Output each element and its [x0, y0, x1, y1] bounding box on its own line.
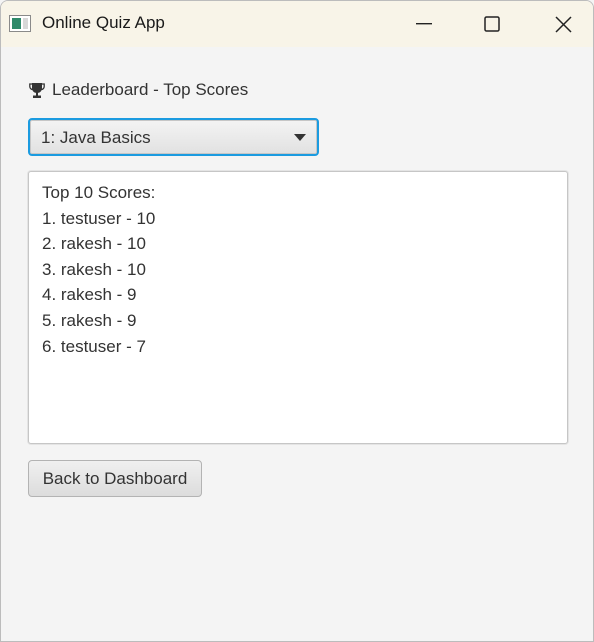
- score-line: 2. rakesh - 10: [42, 234, 146, 254]
- score-line: 4. rakesh - 9: [42, 285, 137, 305]
- scores-header: Top 10 Scores:: [42, 183, 156, 202]
- score-line: 5. rakesh - 9: [42, 310, 137, 330]
- back-to-dashboard-button[interactable]: Back to Dashboard: [28, 460, 202, 497]
- quiz-select-value: 1: Java Basics: [41, 128, 151, 147]
- dropdown-arrow-icon: [294, 134, 306, 141]
- app-window: Online Quiz App Leaderboard - Top Scores: [0, 0, 594, 642]
- maximize-icon: [484, 16, 500, 32]
- trophy-icon: [29, 82, 45, 98]
- score-line: 3. rakesh - 10: [42, 259, 146, 279]
- leaderboard-heading: Leaderboard - Top Scores: [29, 80, 248, 100]
- scores-text-area[interactable]: Top 10 Scores: 1. testuser - 10 2. rakes…: [28, 171, 568, 444]
- title-bar[interactable]: Online Quiz App: [1, 1, 593, 47]
- minimize-icon: [416, 23, 432, 25]
- quiz-select-dropdown[interactable]: 1: Java Basics: [28, 118, 319, 156]
- scores-list: Top 10 Scores: 1. testuser - 10 2. rakes…: [42, 180, 155, 359]
- close-icon: [554, 15, 572, 33]
- leaderboard-title: Leaderboard - Top Scores: [52, 80, 249, 99]
- maximize-button[interactable]: [457, 1, 527, 47]
- close-button[interactable]: [528, 1, 593, 47]
- minimize-button[interactable]: [389, 1, 459, 47]
- score-line: 6. testuser - 7: [42, 336, 146, 356]
- score-line: 1. testuser - 10: [42, 208, 156, 228]
- window-title: Online Quiz App: [42, 13, 165, 32]
- app-window-icon: [9, 15, 31, 32]
